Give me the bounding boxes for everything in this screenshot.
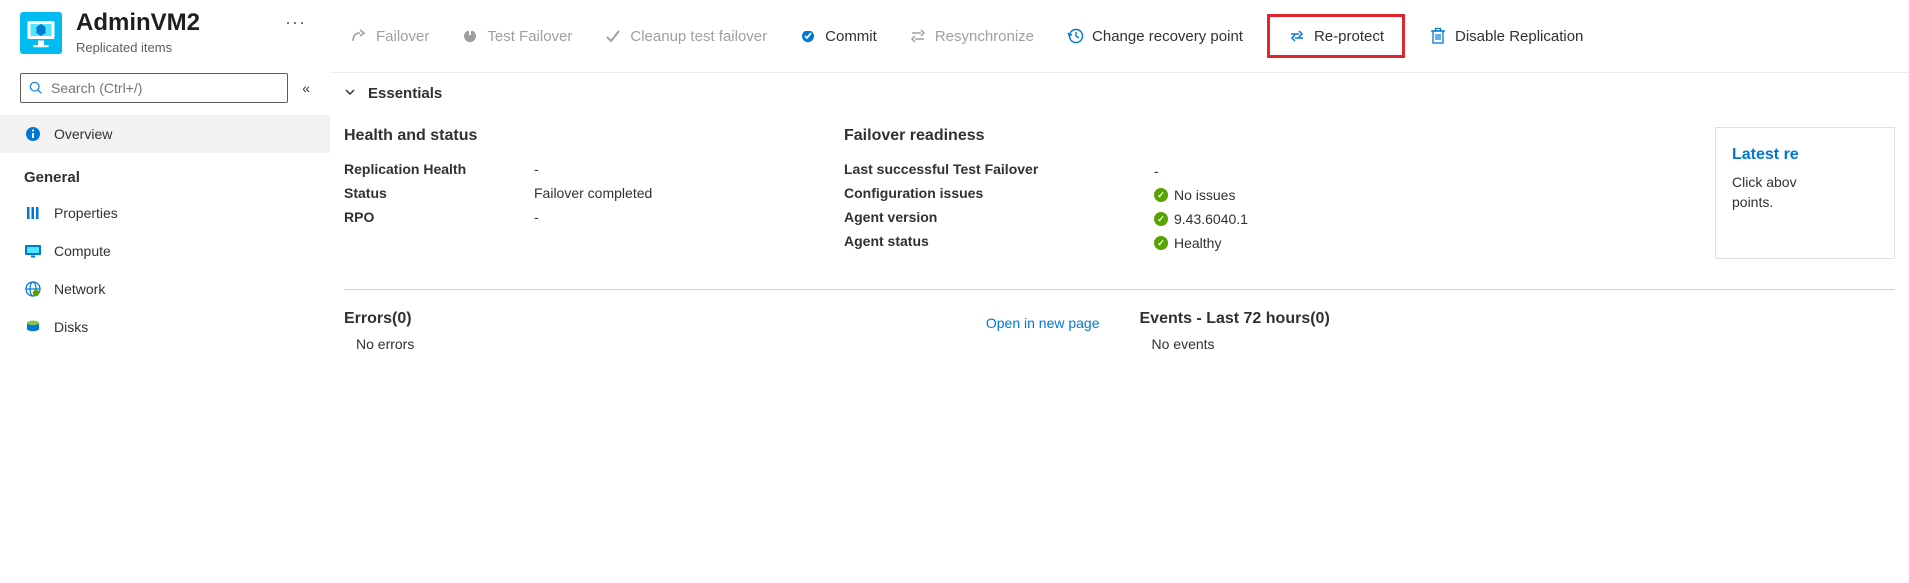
nav-disks[interactable]: Disks xyxy=(0,308,330,346)
failover-readiness-title: Failover readiness xyxy=(844,127,1124,145)
agent-status-value: ✓Healthy xyxy=(1154,235,1221,251)
nav-compute-label: Compute xyxy=(54,243,111,259)
last-test-failover-value: - xyxy=(1154,163,1159,179)
nav-overview-label: Overview xyxy=(54,126,112,142)
nav-network-label: Network xyxy=(54,281,105,297)
latest-recovery-text: Click abovpoints. xyxy=(1732,172,1878,212)
delete-icon xyxy=(1429,27,1447,45)
info-icon xyxy=(24,125,42,143)
history-icon xyxy=(1066,27,1084,45)
page-subtitle: Replicated items xyxy=(76,40,267,55)
config-issues-label: Configuration issues xyxy=(844,185,1124,201)
config-issues-value: ✓No issues xyxy=(1154,187,1235,203)
nav-properties[interactable]: Properties xyxy=(0,194,330,232)
bottom-section: Errors(0) Open in new page No errors Eve… xyxy=(330,310,1909,352)
commit-button[interactable]: Commit xyxy=(791,23,885,49)
page-header: AdminVM2 Replicated items ··· xyxy=(0,0,330,65)
agent-version-label: Agent version xyxy=(844,209,1124,225)
rpo-value: - xyxy=(534,209,539,225)
network-icon xyxy=(24,280,42,298)
properties-icon xyxy=(24,204,42,222)
test-failover-icon xyxy=(461,27,479,45)
nav-compute[interactable]: Compute xyxy=(0,232,330,270)
failover-icon xyxy=(350,27,368,45)
reprotect-button[interactable]: Re-protect xyxy=(1267,14,1405,58)
search-icon xyxy=(29,81,43,95)
replication-health-label: Replication Health xyxy=(344,161,534,177)
reprotect-icon xyxy=(1288,27,1306,45)
failover-button: Failover xyxy=(342,23,437,49)
health-status-title: Health and status xyxy=(344,127,724,145)
disks-icon xyxy=(24,318,42,336)
events-body: No events xyxy=(1140,336,1896,352)
errors-body: No errors xyxy=(344,336,1100,352)
search-box[interactable] xyxy=(20,73,288,103)
check-icon: ✓ xyxy=(1154,212,1168,226)
essentials-toggle[interactable]: Essentials xyxy=(330,73,1909,115)
more-button[interactable]: ··· xyxy=(281,8,310,37)
search-input[interactable] xyxy=(51,80,279,96)
cleanup-button: Cleanup test failover xyxy=(596,23,775,49)
disable-replication-button[interactable]: Disable Replication xyxy=(1421,23,1591,49)
nav-network[interactable]: Network xyxy=(0,270,330,308)
sidebar: AdminVM2 Replicated items ··· « Overview… xyxy=(0,0,330,583)
replication-health-value: - xyxy=(534,161,539,177)
compute-icon xyxy=(24,242,42,260)
resync-button: Resynchronize xyxy=(901,23,1042,49)
errors-title: Errors(0) xyxy=(344,310,412,328)
check-icon: ✓ xyxy=(1154,236,1168,250)
chevron-down-icon xyxy=(344,85,358,102)
rpo-label: RPO xyxy=(344,209,534,225)
agent-version-value: ✓9.43.6040.1 xyxy=(1154,211,1248,227)
status-value: Failover completed xyxy=(534,185,652,201)
nav-properties-label: Properties xyxy=(54,205,118,221)
last-test-failover-label: Last successful Test Failover xyxy=(844,161,1124,177)
commit-icon xyxy=(799,27,817,45)
nav-disks-label: Disks xyxy=(54,319,88,335)
collapse-sidebar-button[interactable]: « xyxy=(302,80,310,96)
cleanup-icon xyxy=(604,27,622,45)
latest-recovery-title: Latest re xyxy=(1732,146,1878,164)
vm-icon xyxy=(20,12,62,54)
toolbar: Failover Test Failover Cleanup test fail… xyxy=(330,0,1909,73)
main-content: Failover Test Failover Cleanup test fail… xyxy=(330,0,1909,583)
check-icon: ✓ xyxy=(1154,188,1168,202)
latest-recovery-card[interactable]: Latest re Click abovpoints. xyxy=(1715,127,1895,259)
status-label: Status xyxy=(344,185,534,201)
page-title: AdminVM2 xyxy=(76,8,267,38)
divider xyxy=(344,289,1895,290)
events-title: Events - Last 72 hours(0) xyxy=(1140,310,1896,328)
nav-section-general: General xyxy=(0,153,330,194)
resync-icon xyxy=(909,27,927,45)
open-in-new-page-link[interactable]: Open in new page xyxy=(986,315,1100,331)
test-failover-button: Test Failover xyxy=(453,23,580,49)
nav-overview[interactable]: Overview xyxy=(0,115,330,153)
agent-status-label: Agent status xyxy=(844,233,1124,249)
change-recovery-point-button[interactable]: Change recovery point xyxy=(1058,23,1251,49)
